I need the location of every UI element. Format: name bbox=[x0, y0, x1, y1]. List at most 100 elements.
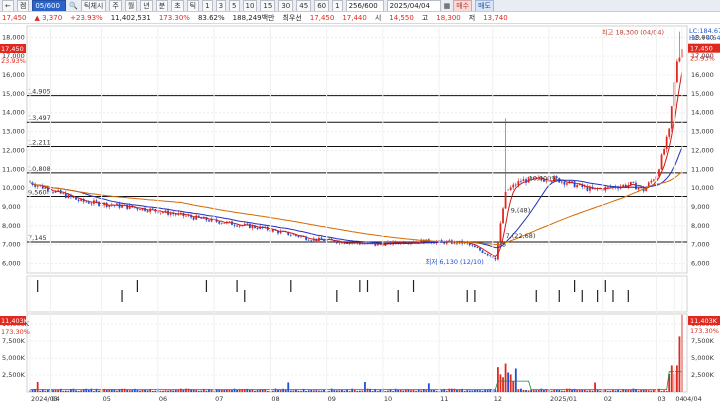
volume-axis-label: 5,000K bbox=[691, 354, 715, 362]
volume-bar bbox=[297, 390, 300, 392]
volume-bar bbox=[289, 390, 292, 392]
volume-bar bbox=[522, 389, 525, 392]
candle-body bbox=[512, 184, 515, 188]
volume-bar bbox=[555, 389, 558, 392]
candle-body bbox=[292, 234, 295, 236]
date-label: 12 bbox=[494, 395, 502, 403]
price-pane[interactable] bbox=[26, 25, 688, 274]
volume-bar bbox=[205, 390, 208, 392]
level-label: 7,145 bbox=[28, 234, 47, 242]
volume-bar bbox=[463, 390, 466, 392]
candle-body bbox=[62, 193, 65, 194]
stock-chart[interactable]: 14,905 13,497 12,211 10,808 9,560 7,145 최고 18… bbox=[0, 0, 720, 404]
volume-bar bbox=[54, 389, 57, 392]
volume-bar bbox=[307, 390, 310, 392]
volume-bar bbox=[596, 389, 599, 392]
volume-bar bbox=[514, 368, 517, 392]
volume-bar bbox=[77, 390, 80, 392]
volume-bar bbox=[415, 390, 417, 392]
candle-body bbox=[67, 194, 70, 198]
date-label: 07 bbox=[215, 395, 223, 403]
candle-body bbox=[499, 223, 502, 242]
volume-bar bbox=[497, 367, 499, 392]
left-price-label: 9,000 bbox=[2, 203, 21, 211]
volume-bar bbox=[274, 388, 277, 392]
volume-bar bbox=[256, 390, 259, 392]
candle-body bbox=[246, 223, 249, 225]
candle-body bbox=[208, 220, 210, 222]
volume-bar bbox=[591, 390, 594, 392]
volume-bar bbox=[517, 389, 520, 392]
right-price-label: 16,000 bbox=[691, 71, 714, 79]
candle-body bbox=[663, 149, 666, 155]
volume-bar bbox=[558, 389, 561, 392]
candle-body bbox=[151, 208, 154, 210]
candle-body bbox=[185, 215, 187, 217]
candle-body bbox=[64, 193, 67, 198]
current-pct-text: 23.93% bbox=[690, 55, 715, 63]
candle-body bbox=[307, 240, 310, 241]
volume-pane[interactable] bbox=[26, 313, 688, 393]
volume-bar bbox=[468, 390, 471, 392]
volume-bar bbox=[139, 390, 141, 392]
candle-body bbox=[174, 214, 177, 215]
volume-bar bbox=[371, 390, 374, 392]
volume-bar bbox=[36, 382, 39, 392]
volume-bar bbox=[624, 389, 627, 392]
candle-body bbox=[256, 227, 259, 229]
date-label: 10 bbox=[384, 395, 392, 403]
volume-bar bbox=[287, 382, 290, 392]
date-label: 09 bbox=[328, 395, 336, 403]
level-label: 12,211 bbox=[28, 138, 51, 146]
candle-body bbox=[668, 128, 671, 137]
volume-bar bbox=[440, 389, 443, 392]
volume-bar bbox=[39, 390, 42, 392]
left-volume-pct: 173.30% bbox=[1, 328, 30, 336]
small-annotation: 75 bbox=[498, 241, 506, 249]
volume-bar bbox=[402, 390, 405, 392]
left-price-label: 18,000 bbox=[2, 33, 25, 41]
volume-bar bbox=[348, 390, 351, 392]
volume-bar bbox=[392, 390, 394, 392]
date-label: 05 bbox=[103, 395, 111, 403]
level-label: 9,560 bbox=[28, 188, 47, 196]
volume-bar bbox=[292, 390, 295, 392]
candle-body bbox=[571, 181, 573, 182]
candle-body bbox=[228, 221, 231, 222]
candle-body bbox=[87, 202, 90, 204]
volume-bar bbox=[527, 390, 530, 392]
candle-body bbox=[335, 242, 338, 244]
volume-bar bbox=[532, 390, 535, 392]
volume-bar bbox=[231, 389, 233, 392]
volume-bar bbox=[323, 389, 325, 392]
right-price-label: 11,000 bbox=[691, 165, 714, 173]
volume-bar bbox=[619, 390, 622, 392]
volume-bar bbox=[233, 388, 236, 392]
volume-bar bbox=[445, 390, 448, 392]
volume-bar bbox=[399, 389, 402, 392]
volume-bar bbox=[675, 365, 678, 392]
left-volume-axis-label: 7,500K bbox=[2, 337, 26, 345]
candle-body bbox=[159, 212, 162, 214]
volume-bar bbox=[637, 390, 640, 392]
candle-body bbox=[77, 199, 80, 201]
left-price-label: 16,000 bbox=[2, 71, 25, 79]
right-price-label: 13,000 bbox=[691, 128, 714, 136]
volume-bar bbox=[650, 390, 653, 392]
high-annotation: 최고 18,300 (04/04) bbox=[601, 28, 664, 37]
left-price-label: 8,000 bbox=[2, 222, 21, 230]
volume-bar bbox=[167, 390, 169, 392]
volume-bar bbox=[254, 390, 256, 392]
volume-bar bbox=[200, 390, 203, 392]
volume-bar bbox=[550, 390, 553, 392]
volume-bar bbox=[93, 390, 95, 392]
volume-bar bbox=[509, 374, 512, 392]
left-price-label: 14,000 bbox=[2, 109, 25, 117]
volume-bar bbox=[116, 390, 118, 392]
candle-body bbox=[251, 225, 254, 229]
candle-body bbox=[514, 184, 517, 186]
volume-bar bbox=[504, 363, 507, 392]
volume-bar bbox=[606, 390, 609, 392]
candle-body bbox=[223, 223, 226, 224]
level-label: 10,808 bbox=[28, 165, 51, 173]
